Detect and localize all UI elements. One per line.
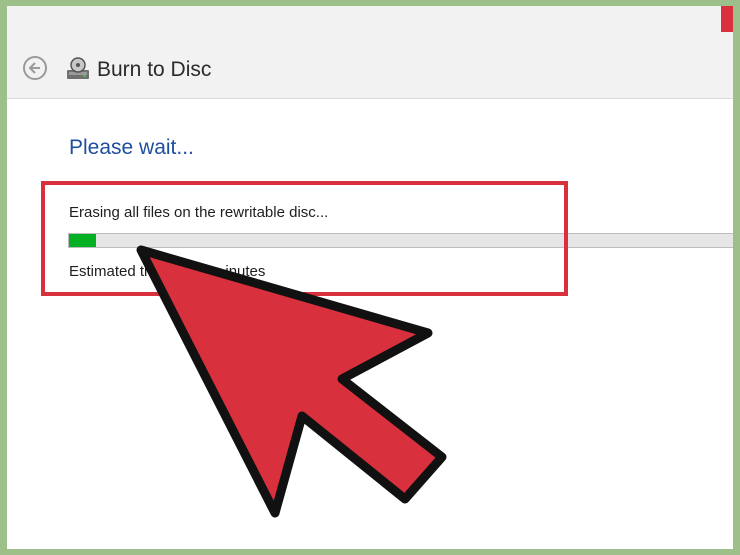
wikihow-watermark: wikiHow	[665, 529, 727, 545]
pointer-arrow-icon	[136, 245, 447, 518]
window-frame: Burn to Disc Please wait... Erasing all …	[7, 6, 733, 549]
